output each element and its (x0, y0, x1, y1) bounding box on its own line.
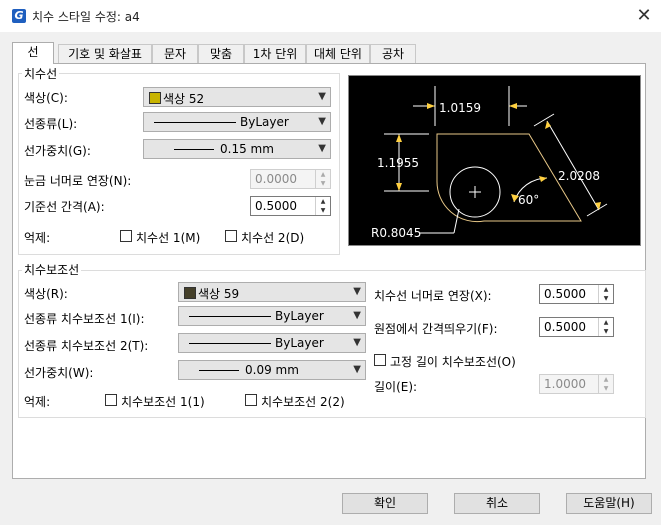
line-sample (189, 343, 271, 344)
extend-beyond-dimline-label: 치수선 너머로 연장(X): (374, 289, 492, 303)
color-swatch (184, 287, 196, 299)
length-value: 1.0000 (544, 377, 586, 391)
fixed-length-label[interactable]: 고정 길이 치수보조선(O) (390, 353, 516, 370)
spin-down-icon[interactable]: ▼ (599, 327, 613, 336)
dimline-color-label: 색상(C): (24, 91, 68, 105)
dimline-linetype-select[interactable]: ByLayer ▼ (143, 112, 331, 132)
tab-lines[interactable]: 선 (12, 42, 54, 64)
offset-from-origin-value: 0.5000 (544, 320, 586, 334)
extline2-linetype-select[interactable]: ByLayer ▼ (178, 333, 366, 353)
tab-tolerances[interactable]: 공차 (370, 44, 416, 64)
baseline-spacing-input[interactable]: 0.5000 ▲ ▼ (250, 196, 331, 216)
spin-down-icon[interactable]: ▼ (599, 384, 613, 393)
preview-dim-right: 2.0208 (558, 169, 600, 183)
spin-down-icon[interactable]: ▼ (316, 206, 330, 215)
extline2-linetype-label: 선종류 치수보조선 2(T): (24, 339, 149, 353)
tab-text[interactable]: 문자 (152, 44, 198, 64)
extend-beyond-ticks-input[interactable]: 0.0000 ▲ ▼ (250, 169, 331, 189)
spinner-buttons[interactable]: ▲ ▼ (315, 170, 330, 188)
suppress-dimline1-checkbox[interactable] (120, 230, 132, 242)
dimension-lines-title: 치수선 (22, 65, 60, 82)
extline-color-select[interactable]: 색상 59 ▼ (178, 282, 366, 302)
preview-canvas: 1.0159 1.1955 2.0208 60° R0.8045 (348, 75, 641, 246)
spinner-buttons[interactable]: ▲ ▼ (315, 197, 330, 215)
chevron-down-icon: ▼ (318, 143, 326, 154)
length-label: 길이(E): (374, 380, 418, 394)
extline1-linetype-select[interactable]: ByLayer ▼ (178, 306, 366, 326)
suppress-dimline1-label[interactable]: 치수선 1(M) (136, 229, 200, 246)
dimline-color-select[interactable]: 색상 52 ▼ (143, 87, 331, 107)
close-icon[interactable]: ✕ (632, 4, 656, 28)
dimline-linetype-value: ByLayer (240, 115, 289, 129)
extline-color-label: 색상(R): (24, 287, 68, 301)
window-title: 치수 스타일 수정: a4 (32, 10, 140, 24)
suppress-dimline2-checkbox[interactable] (225, 230, 237, 242)
preview-radius: R0.8045 (371, 226, 421, 240)
help-button[interactable]: 도움말(H) (566, 493, 652, 514)
chevron-down-icon: ▼ (318, 116, 326, 127)
app-logo-icon: G (12, 9, 26, 23)
chevron-down-icon: ▼ (353, 286, 361, 297)
line-sample (199, 370, 239, 371)
length-input[interactable]: 1.0000 ▲ ▼ (539, 374, 614, 394)
extline-lineweight-select[interactable]: 0.09 mm ▼ (178, 360, 366, 380)
tab-primary-units[interactable]: 1차 단위 (244, 44, 306, 64)
spin-down-icon[interactable]: ▼ (316, 179, 330, 188)
extline1-linetype-value: ByLayer (275, 309, 324, 323)
spin-up-icon[interactable]: ▲ (599, 285, 613, 294)
ok-button[interactable]: 확인 (342, 493, 428, 514)
extend-beyond-dimline-input[interactable]: 0.5000 ▲ ▼ (539, 284, 614, 304)
suppress-dimline2-label[interactable]: 치수선 2(D) (241, 229, 304, 246)
extend-beyond-ticks-value: 0.0000 (255, 172, 297, 186)
spin-up-icon[interactable]: ▲ (599, 375, 613, 384)
spin-up-icon[interactable]: ▲ (316, 197, 330, 206)
fixed-length-checkbox[interactable] (374, 354, 386, 366)
extline2-linetype-value: ByLayer (275, 336, 324, 350)
baseline-spacing-label: 기준선 간격(A): (24, 200, 105, 214)
tab-fit[interactable]: 맞춤 (198, 44, 244, 64)
spin-up-icon[interactable]: ▲ (599, 318, 613, 327)
extend-beyond-ticks-label: 눈금 너머로 연장(N): (24, 174, 132, 188)
dimline-linetype-label: 선종류(L): (24, 117, 78, 131)
chevron-down-icon: ▼ (318, 91, 326, 102)
preview-dim-top: 1.0159 (439, 101, 481, 115)
extline-lineweight-label: 선가중치(W): (24, 366, 94, 380)
spinner-buttons[interactable]: ▲ ▼ (598, 375, 613, 393)
chevron-down-icon: ▼ (353, 364, 361, 375)
line-sample (154, 122, 236, 123)
suppress-extline1-checkbox[interactable] (105, 394, 117, 406)
spinner-buttons[interactable]: ▲ ▼ (598, 285, 613, 303)
suppress-extline2-label[interactable]: 치수보조선 2(2) (261, 393, 345, 410)
preview-dim-left: 1.1955 (377, 156, 419, 170)
tab-symbols-arrows[interactable]: 기호 및 화살표 (58, 44, 152, 64)
suppress-extline2-checkbox[interactable] (245, 394, 257, 406)
cancel-button[interactable]: 취소 (454, 493, 540, 514)
dimline-lineweight-select[interactable]: 0.15 mm ▼ (143, 139, 331, 159)
line-sample (189, 316, 271, 317)
offset-from-origin-input[interactable]: 0.5000 ▲ ▼ (539, 317, 614, 337)
spin-up-icon[interactable]: ▲ (316, 170, 330, 179)
extline-color-value: 색상 59 (198, 287, 240, 301)
preview-angle: 60° (518, 193, 539, 207)
line-sample (174, 149, 214, 150)
extension-lines-title: 치수보조선 (22, 261, 82, 278)
spinner-buttons[interactable]: ▲ ▼ (598, 318, 613, 336)
color-swatch (149, 92, 161, 104)
dimline-lineweight-value: 0.15 mm (220, 142, 274, 156)
chevron-down-icon: ▼ (353, 337, 361, 348)
spin-down-icon[interactable]: ▼ (599, 294, 613, 303)
chevron-down-icon: ▼ (353, 310, 361, 321)
tab-alternate-units[interactable]: 대체 단위 (306, 44, 370, 64)
extline-suppress-label: 억제: (24, 395, 51, 409)
extline-lineweight-value: 0.09 mm (245, 363, 299, 377)
extline1-linetype-label: 선종류 치수보조선 1(I): (24, 312, 145, 326)
baseline-spacing-value: 0.5000 (255, 199, 297, 213)
suppress-extline1-label[interactable]: 치수보조선 1(1) (121, 393, 205, 410)
dimline-suppress-label: 억제: (24, 231, 51, 245)
offset-from-origin-label: 원점에서 간격띄우기(F): (374, 322, 498, 336)
dimline-lineweight-label: 선가중치(G): (24, 144, 91, 158)
dimline-color-value: 색상 52 (163, 92, 205, 106)
extend-beyond-dimline-value: 0.5000 (544, 287, 586, 301)
